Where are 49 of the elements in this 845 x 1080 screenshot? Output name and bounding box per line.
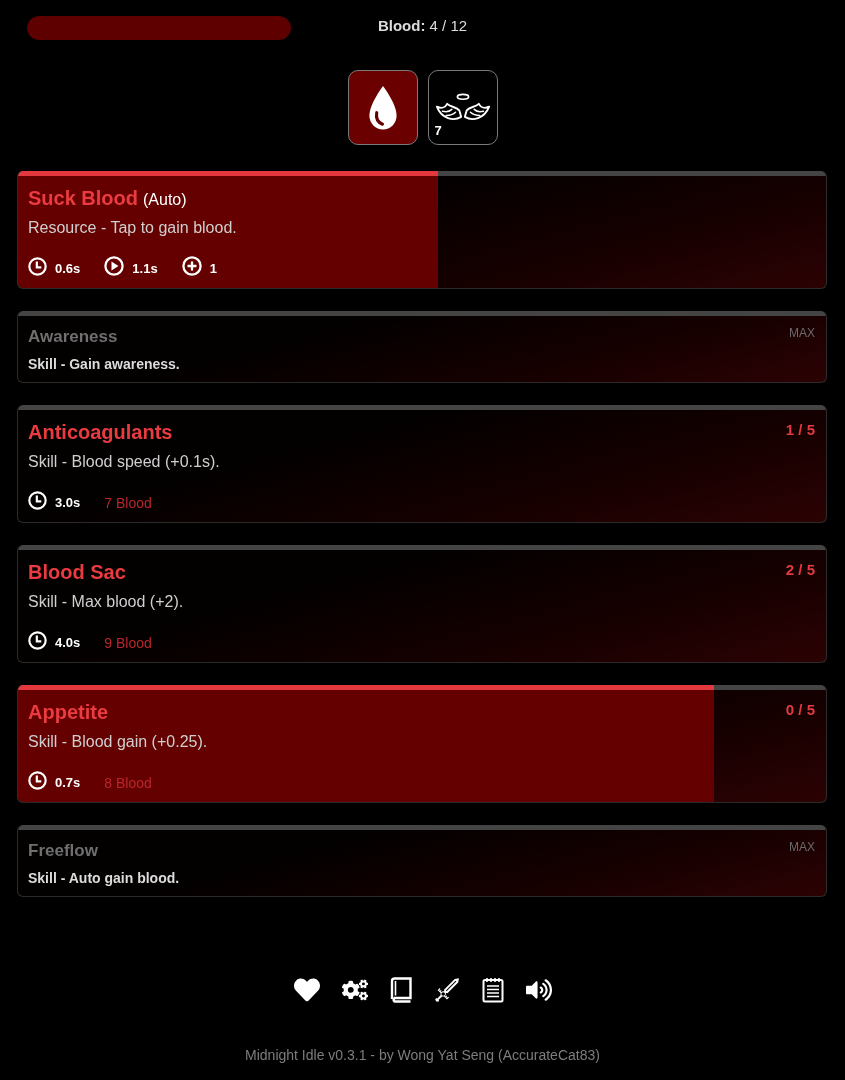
card-description: Skill - Auto gain blood. <box>28 869 181 887</box>
level-status: MAX <box>789 839 815 856</box>
clock-icon <box>28 630 47 650</box>
gears-icon[interactable] <box>341 977 368 1003</box>
skill-card[interactable]: Blood Sac 2 / 5 Skill - Max blood (+2). 4.0s 9 Blood <box>17 545 827 663</box>
card-title: Anticoagulants <box>28 420 173 444</box>
level-status: 2 / 5 <box>785 560 815 580</box>
card-description: Skill - Gain awareness. <box>28 355 181 373</box>
category-tab[interactable]: 7 <box>427 70 498 145</box>
level-status: MAX <box>789 325 815 342</box>
play-circle-icon <box>104 256 125 276</box>
card-title: Awareness <box>28 326 118 348</box>
credits-text: Midnight Idle v0.3.1 - by Wong Yat Seng (AccurateCat83) <box>244 1047 601 1063</box>
sword-icon[interactable] <box>433 977 460 1003</box>
speaker-icon[interactable] <box>525 977 552 1003</box>
stat-value: 0.6s <box>55 261 81 276</box>
cost-text: 7 Blood <box>104 494 152 511</box>
skill-card[interactable]: Freeflow MAX Skill - Auto gain blood. <box>17 825 827 897</box>
stat-value: 4.0s <box>55 635 81 650</box>
card-description: Skill - Blood speed (+0.1s). <box>28 452 221 472</box>
card-description: Skill - Blood gain (+0.25). <box>28 732 209 752</box>
notepad-icon[interactable] <box>481 977 504 1003</box>
cost-text: 9 Blood <box>104 634 152 651</box>
skill-card[interactable]: Awareness MAX Skill - Gain awareness. <box>17 311 827 383</box>
card-title: Freeflow <box>28 840 98 862</box>
plus-circle-icon <box>181 256 202 276</box>
heart-icon[interactable] <box>293 977 320 1003</box>
clock-icon <box>28 770 47 790</box>
cost-text: 8 Blood <box>104 774 152 791</box>
card-title: Suck Blood <box>28 186 138 210</box>
stat-value: 3.0s <box>55 495 81 510</box>
skill-card[interactable]: Suck Blood (Auto) Resource - Tap to gain blood. 0.6s 1.1s 1 <box>17 171 827 289</box>
stat-value: 0.7s <box>55 775 81 790</box>
level-status: 0 / 5 <box>785 700 815 720</box>
book-icon[interactable] <box>389 977 412 1003</box>
card-title: Blood Sac <box>28 560 126 584</box>
clock-icon <box>28 490 47 510</box>
level-status: 1 / 5 <box>785 420 815 440</box>
category-tab[interactable] <box>347 70 418 145</box>
stat-value: 1 <box>209 261 217 276</box>
card-description: Resource - Tap to gain blood. <box>28 218 238 238</box>
card-description: Skill - Max blood (+2). <box>28 592 185 612</box>
stat-value: 1.1s <box>132 261 158 276</box>
clock-icon <box>28 256 47 276</box>
skill-card[interactable]: Anticoagulants 1 / 5 Skill - Blood speed (+0.1s). 3.0s 7 Blood <box>17 405 827 523</box>
auto-tag: (Auto) <box>143 191 187 209</box>
skill-card[interactable]: Appetite 0 / 5 Skill - Blood gain (+0.25). 0.7s 8 Blood <box>17 685 827 803</box>
blood-counter: Blood: 4 / 12 <box>377 17 468 35</box>
card-title: Appetite <box>28 700 108 724</box>
